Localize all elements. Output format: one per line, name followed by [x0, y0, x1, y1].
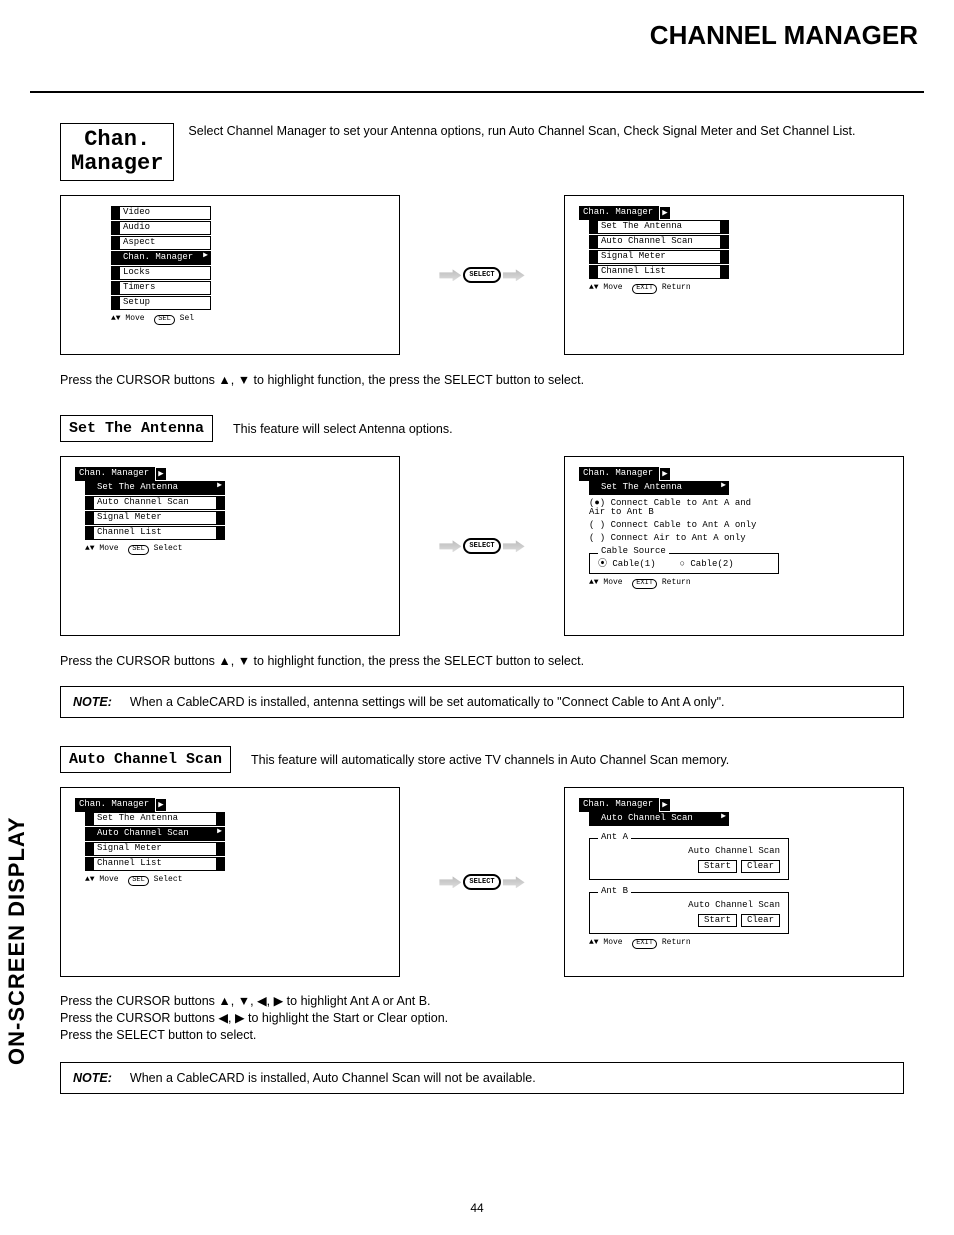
section-label-auto-scan: Auto Channel Scan [60, 746, 231, 773]
instruction-2: Press the CURSOR buttons ▲, ▼ to highlig… [60, 654, 904, 668]
page-title: CHANNEL MANAGER [30, 20, 924, 51]
instruction-3: Press the CURSOR buttons ▲, ▼, ◀, ▶ to h… [60, 993, 904, 1044]
page-number: 44 [0, 1201, 954, 1215]
set-antenna-desc: This feature will select Antenna options… [233, 422, 453, 436]
section-label-chan-manager: Chan.Manager [60, 123, 174, 181]
instruction-1: Press the CURSOR buttons ▲, ▼ to highlig… [60, 373, 904, 387]
osd-main-left: Video Audio Aspect Chan. Manager▶ Locks … [60, 195, 400, 355]
header-rule [30, 91, 924, 93]
osd-antenna-left: Chan. Manager▶ Set The Antenna▶ Auto Cha… [60, 456, 400, 636]
sidebar-tab: ON-SCREEN DISPLAY [4, 817, 30, 1065]
flow-arrow-3: SELECT [410, 874, 554, 890]
flow-arrow-2: SELECT [410, 538, 554, 554]
note-2: NOTE:When a CableCARD is installed, Auto… [60, 1062, 904, 1094]
note-1: NOTE:When a CableCARD is installed, ante… [60, 686, 904, 718]
osd-main-right: Chan. Manager▶ Set The Antenna Auto Chan… [564, 195, 904, 355]
osd-antenna-right: Chan. Manager▶ Set The Antenna▶ (●) Conn… [564, 456, 904, 636]
osd-autoscan-right: Chan. Manager▶ Auto Channel Scan▶ Ant A … [564, 787, 904, 977]
flow-arrow: SELECT [410, 267, 554, 283]
section-label-set-antenna: Set The Antenna [60, 415, 213, 442]
osd-autoscan-left: Chan. Manager▶ Set The Antenna Auto Chan… [60, 787, 400, 977]
intro-text: Select Channel Manager to set your Anten… [188, 123, 904, 140]
auto-scan-desc: This feature will automatically store ac… [251, 753, 729, 767]
